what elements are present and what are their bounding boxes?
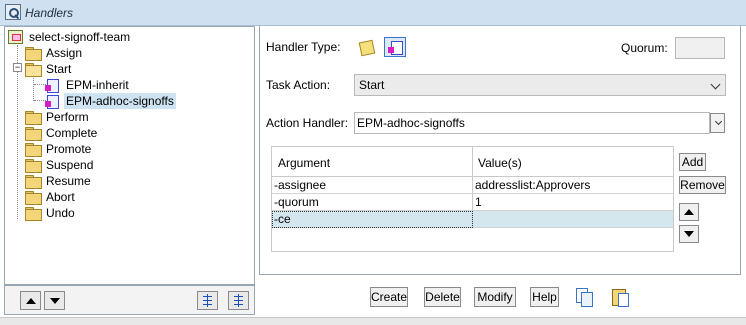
task-action-select[interactable]: Start	[354, 74, 726, 96]
open-folder-icon	[25, 63, 42, 77]
tree-item-label: Suspend	[46, 158, 94, 172]
collapse-all-button[interactable]	[228, 291, 249, 310]
tree-item-resume[interactable]: Resume	[25, 173, 93, 189]
tree-item-undo[interactable]: Undo	[25, 205, 77, 221]
column-header-values: Value(s)	[478, 156, 522, 170]
tree-item-abort[interactable]: Abort	[25, 189, 77, 205]
handler-type-label: Handler Type:	[266, 40, 341, 54]
tree-guide-line	[33, 75, 34, 101]
quorum-label: Quorum:	[621, 41, 668, 55]
tree-item-label: Resume	[46, 174, 91, 188]
tree-item-epm-inherit[interactable]: EPM-inherit	[45, 77, 131, 93]
copy-icon[interactable]	[574, 287, 594, 307]
folder-icon	[25, 143, 42, 157]
task-action-value: Start	[359, 78, 385, 92]
remove-button[interactable]: Remove	[679, 176, 726, 194]
paste-icon[interactable]	[610, 287, 630, 307]
action-handler-dropdown-button[interactable]	[710, 113, 725, 133]
value-cell[interactable]: 1	[475, 195, 482, 210]
argument-cell[interactable]: -ce	[274, 212, 291, 227]
action-handler-value: EPM-adhoc-signoffs	[357, 116, 465, 130]
tree-item-label: Promote	[46, 142, 92, 156]
tree-item-label: Abort	[46, 190, 75, 204]
folder-icon	[25, 127, 42, 141]
tree-item-label: Undo	[46, 206, 75, 220]
modify-button[interactable]: Modify	[474, 287, 516, 307]
rule-handler-type-icon[interactable]	[384, 37, 406, 57]
folder-icon	[25, 159, 42, 173]
title-bar: Handlers	[0, 0, 746, 26]
tree-toolbar	[4, 285, 255, 315]
delete-button[interactable]: Delete	[424, 287, 461, 307]
tree-item-label: EPM-inherit	[66, 78, 129, 92]
task-template-icon	[8, 30, 23, 44]
arguments-table[interactable]: Argument Value(s) -assignee addresslist:…	[271, 146, 674, 252]
folder-icon	[25, 47, 42, 61]
expand-all-button[interactable]	[197, 291, 218, 310]
tree-item-label: Complete	[46, 126, 98, 140]
window-title: Handlers	[25, 6, 74, 20]
chevron-down-icon	[710, 79, 721, 90]
tree-item-start[interactable]: Start	[25, 61, 73, 77]
search-handler-icon	[5, 4, 21, 20]
action-handler-label: Action Handler:	[266, 116, 349, 130]
tree-item-label: EPM-adhoc-signoffs	[64, 93, 176, 109]
folder-icon	[25, 111, 42, 125]
handler-icon	[45, 78, 60, 93]
table-row[interactable]: -assignee addresslist:Approvers	[272, 177, 673, 194]
task-action-label: Task Action:	[266, 78, 331, 92]
tree-item-suspend[interactable]: Suspend	[25, 157, 95, 173]
argument-cell[interactable]: -quorum	[274, 195, 319, 210]
collapse-start-icon[interactable]: −	[13, 63, 22, 72]
folder-icon	[25, 191, 42, 205]
tree-item-label: Perform	[46, 110, 89, 124]
move-argument-down-button[interactable]	[679, 225, 699, 243]
folder-icon	[25, 175, 42, 189]
handler-tree[interactable]: − select-signoff-team Assign Start EPM-i…	[4, 26, 255, 285]
tree-item-assign[interactable]: Assign	[25, 45, 84, 61]
tree-item-complete[interactable]: Complete	[25, 125, 99, 141]
action-handler-type-icon[interactable]	[355, 37, 377, 57]
quorum-field[interactable]	[675, 37, 725, 59]
move-down-button[interactable]	[44, 291, 65, 310]
create-button[interactable]: Create	[370, 287, 408, 307]
folder-icon	[25, 207, 42, 221]
tree-item-perform[interactable]: Perform	[25, 109, 91, 125]
tree-item-label: Assign	[46, 46, 83, 60]
handler-icon	[45, 94, 60, 109]
value-cell[interactable]: addresslist:Approvers	[475, 178, 590, 193]
tree-root-label: select-signoff-team	[29, 30, 131, 44]
action-handler-combo[interactable]: EPM-adhoc-signoffs	[354, 112, 710, 134]
tree-item-promote[interactable]: Promote	[25, 141, 93, 157]
move-argument-up-button[interactable]	[679, 203, 699, 221]
argument-cell[interactable]: -assignee	[274, 178, 326, 193]
chevron-down-icon	[714, 117, 723, 126]
table-row[interactable]: -ce	[272, 211, 673, 228]
status-strip	[0, 317, 746, 325]
help-button[interactable]: Help	[530, 287, 559, 307]
move-up-button[interactable]	[20, 291, 41, 310]
add-button[interactable]: Add	[679, 153, 706, 171]
tree-item-epm-adhoc-signoffs[interactable]: EPM-adhoc-signoffs	[45, 93, 176, 109]
panel-divider	[260, 274, 741, 275]
table-row[interactable]: -quorum 1	[272, 194, 673, 211]
tree-item-label: Start	[46, 62, 72, 76]
column-header-argument: Argument	[278, 156, 331, 170]
focused-cell	[272, 211, 473, 228]
tree-root[interactable]: select-signoff-team	[8, 29, 132, 45]
